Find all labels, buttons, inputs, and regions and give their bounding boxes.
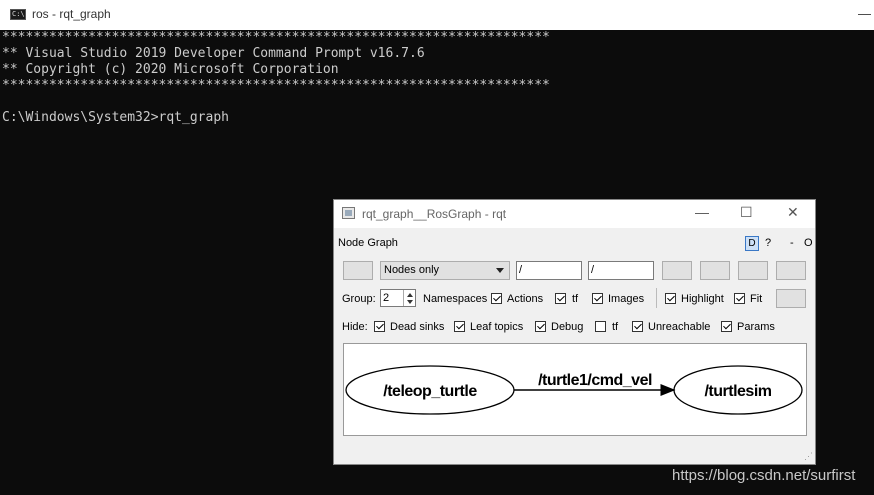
node-turtlesim-label: /turtlesim xyxy=(704,383,771,400)
actions-label: Actions xyxy=(507,293,544,305)
maximize-button[interactable]: ☐ xyxy=(740,204,753,221)
resize-grip-icon[interactable]: ⋰ xyxy=(804,451,813,462)
namespaces-checkbox[interactable] xyxy=(491,293,502,304)
watermark-text: https://blog.csdn.net/surfirst xyxy=(672,467,856,484)
spinbox-arrows[interactable] xyxy=(403,290,416,306)
graph-mode-select[interactable]: Nodes only xyxy=(380,261,510,280)
node-filter-input[interactable]: / xyxy=(516,261,582,280)
dead-sinks-label: Dead sinks xyxy=(390,321,445,333)
unreachable-label: Unreachable xyxy=(648,321,711,333)
options-button[interactable]: O xyxy=(804,237,813,249)
edge-cmd-vel-label: /turtle1/cmd_vel xyxy=(538,372,652,389)
save-svg-button[interactable] xyxy=(738,261,768,280)
params-label: Params xyxy=(737,321,775,333)
leaf-topics-checkbox[interactable] xyxy=(454,321,465,332)
hide-tf-label: tf xyxy=(612,321,619,333)
rqt-title-bar[interactable]: rqt_graph__RosGraph - rqt — ☐ ✕ xyxy=(334,200,815,228)
hide-tf-checkbox[interactable] xyxy=(595,321,606,332)
debug-checkbox[interactable] xyxy=(535,321,546,332)
tf-label: tf xyxy=(572,293,579,305)
rqt-window-title: rqt_graph__RosGraph - rqt xyxy=(362,207,507,221)
dock-d-button[interactable]: D xyxy=(745,236,759,251)
highlight-label: Highlight xyxy=(681,293,724,305)
save-image-button[interactable] xyxy=(776,261,806,280)
actions-checkbox[interactable] xyxy=(555,293,566,304)
console-window-title: ros - rqt_graph xyxy=(32,7,111,21)
arrow-up-icon xyxy=(407,293,413,297)
topic-filter-input[interactable]: / xyxy=(588,261,654,280)
save-dot-button[interactable] xyxy=(700,261,730,280)
ros-graph: /teleop_turtle /turtlesim /turtle1/cmd_v… xyxy=(345,365,803,415)
namespaces-label: Namespaces xyxy=(423,293,488,305)
fit-checkbox[interactable] xyxy=(734,293,745,304)
arrow-down-icon xyxy=(407,300,413,304)
dead-sinks-checkbox[interactable] xyxy=(374,321,385,332)
chevron-down-icon xyxy=(496,268,504,273)
graph-canvas[interactable]: /teleop_turtle /turtlesim /turtle1/cmd_v… xyxy=(343,343,807,436)
rqt-app-icon xyxy=(342,207,355,219)
tf-checkbox[interactable] xyxy=(592,293,603,304)
console-minimize-button[interactable]: — xyxy=(858,6,871,21)
node-teleop-turtle-label: /teleop_turtle xyxy=(383,383,477,400)
console-line: ****************************************… xyxy=(2,30,550,45)
hide-label: Hide: xyxy=(342,321,368,333)
console-line: ****************************************… xyxy=(2,78,550,93)
console-command-line: C:\Windows\System32>rqt_graph xyxy=(2,110,229,125)
debug-label: Debug xyxy=(551,321,584,333)
console-line: ** Copyright (c) 2020 Microsoft Corporat… xyxy=(2,62,339,77)
graph-mode-value: Nodes only xyxy=(384,264,440,276)
params-checkbox[interactable] xyxy=(721,321,732,332)
refresh-graph-button[interactable] xyxy=(343,261,373,280)
leaf-topics-label: Leaf topics xyxy=(470,321,524,333)
reload-button[interactable]: - xyxy=(790,237,794,249)
rqt-graph-window: rqt_graph__RosGraph - rqt — ☐ ✕ Node Gra… xyxy=(333,199,816,465)
group-label: Group: xyxy=(342,293,376,305)
help-button[interactable]: ? xyxy=(765,237,771,249)
images-label: Images xyxy=(608,293,645,305)
fit-label: Fit xyxy=(750,293,763,305)
console-title-bar: C:\ ros - rqt_graph — xyxy=(0,0,874,30)
unreachable-checkbox[interactable] xyxy=(632,321,643,332)
console-line: ** Visual Studio 2019 Developer Command … xyxy=(2,46,425,61)
close-button[interactable]: ✕ xyxy=(787,204,799,221)
plugin-title: Node Graph xyxy=(338,237,398,249)
highlight-checkbox[interactable] xyxy=(665,293,676,304)
load-dot-button[interactable] xyxy=(662,261,692,280)
toolbar-separator xyxy=(656,288,657,308)
minimize-button[interactable]: — xyxy=(695,204,709,220)
fit-view-button[interactable] xyxy=(776,289,806,308)
console-app-icon: C:\ xyxy=(10,9,26,20)
